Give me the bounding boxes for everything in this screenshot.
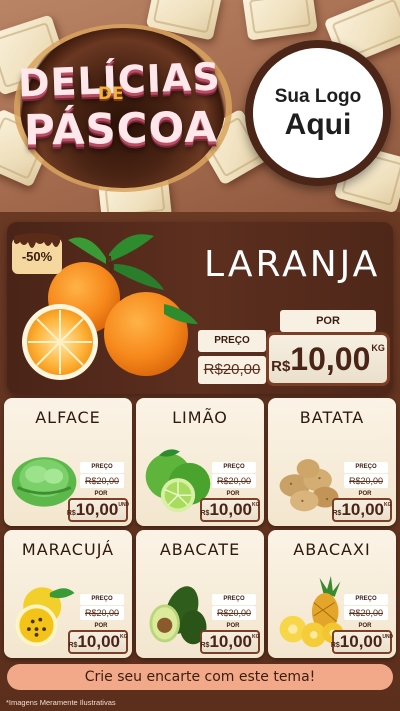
new-price: R$ 10,00 UND	[331, 630, 393, 654]
new-price: R$ 10,00 UND	[67, 498, 129, 522]
old-price-label: PREÇO	[198, 330, 266, 352]
product-name: BATATA	[299, 408, 365, 427]
product-card[interactable]: ABACAXI PREÇO R$20,00 POR R$ 10,00 UND	[268, 530, 396, 658]
product-name: ALFACE	[35, 408, 101, 427]
product-card[interactable]: ABACATE PREÇO R$20,00 POR R$ 10,00 KG	[136, 530, 264, 658]
new-price: R$ 10,00 KG	[332, 498, 392, 522]
product-name: LIMÃO	[172, 408, 228, 427]
old-price-label: PREÇO	[344, 594, 388, 605]
old-price: R$20,00	[212, 606, 256, 620]
disclaimer-text: *Imagens Meramente Ilustrativas	[6, 698, 116, 707]
logo-text-line-2: Aqui	[284, 107, 352, 141]
new-price: R$ 10,00 KG	[200, 630, 260, 654]
product-card[interactable]: ALFACE PREÇO R$20,00 POR R$ 10,00 UND	[4, 398, 132, 526]
featured-product-name: LARANJA	[204, 244, 381, 285]
old-price: R$20,00	[80, 606, 124, 620]
old-price-label: PREÇO	[344, 462, 388, 473]
white-chocolate-piece	[242, 0, 318, 41]
new-price-label: POR	[280, 310, 376, 332]
old-price-label: PREÇO	[212, 462, 256, 473]
product-card[interactable]: LIMÃO PREÇO R$20,00 POR R$ 10,00 KG	[136, 398, 264, 526]
old-price-label: PREÇO	[80, 462, 124, 473]
old-price-label: PREÇO	[80, 594, 124, 605]
old-price: R$20,00	[344, 474, 388, 488]
logo-text-line-1: Sua Logo	[274, 85, 362, 107]
cta-banner[interactable]: Crie seu encarte com este tema!	[7, 664, 393, 690]
header-banner: DELÍCIAS DE PÁSCOA Sua Logo Aqui	[0, 0, 400, 212]
old-price: R$20,00	[344, 606, 388, 620]
new-price: R$ 10,00 KG	[200, 498, 260, 522]
product-name: MARACUJÁ	[21, 540, 115, 559]
title-connector: DE	[98, 84, 124, 104]
old-price: R$20,00	[80, 474, 124, 488]
old-price: R$20,00	[212, 474, 256, 488]
product-name: ABACAXI	[293, 540, 371, 559]
new-price: R$ 10,00 KG	[266, 332, 390, 386]
logo-placeholder[interactable]: Sua Logo Aqui	[245, 40, 391, 186]
product-name: ABACATE	[159, 540, 241, 559]
new-price: R$ 10,00 KG	[68, 630, 128, 654]
product-card[interactable]: BATATA PREÇO R$20,00 POR R$ 10,00 KG	[268, 398, 396, 526]
old-price-label: PREÇO	[212, 594, 256, 605]
old-price: R$20,00	[198, 356, 266, 384]
chocolate-drip	[14, 233, 60, 248]
product-card[interactable]: MARACUJÁ PREÇO R$20,00 POR R$ 10,00 KG	[4, 530, 132, 658]
title-line-2: PÁSCOA	[23, 102, 219, 155]
